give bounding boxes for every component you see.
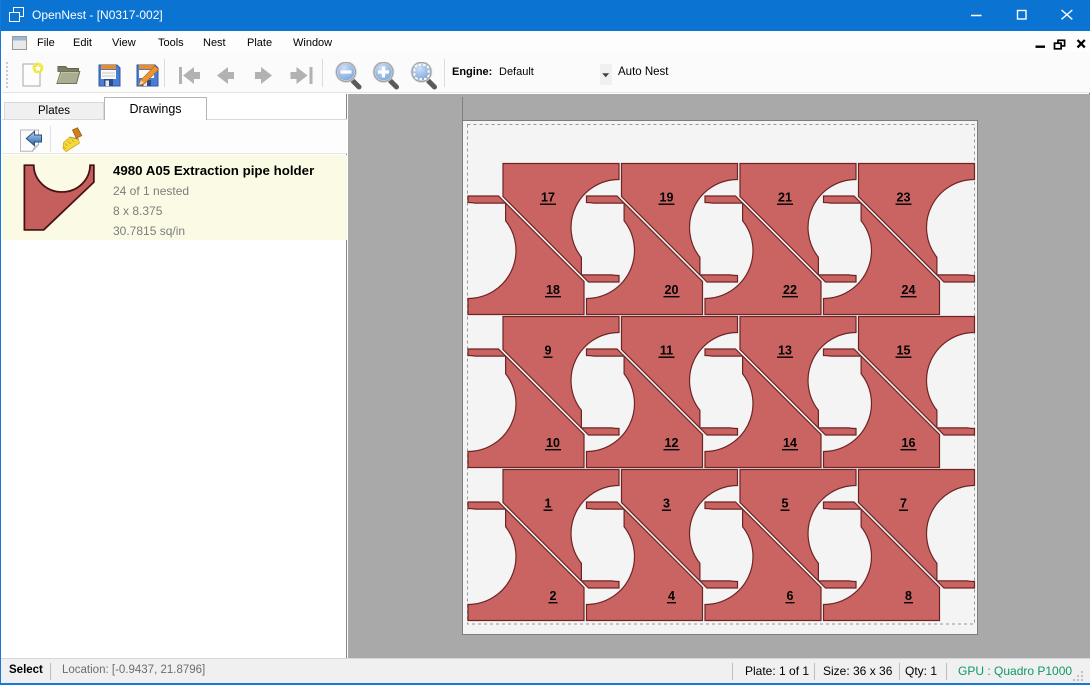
svg-text:3: 3 — [663, 497, 670, 511]
svg-text:11: 11 — [660, 344, 673, 358]
svg-text:9: 9 — [545, 344, 552, 358]
svg-text:17: 17 — [541, 191, 555, 205]
svg-text:5: 5 — [782, 497, 789, 511]
svg-text:20: 20 — [665, 283, 679, 297]
svg-text:22: 22 — [783, 283, 797, 297]
svg-text:7: 7 — [900, 497, 907, 511]
svg-text:2: 2 — [550, 589, 557, 603]
svg-text:1: 1 — [545, 497, 552, 511]
svg-text:21: 21 — [778, 191, 792, 205]
svg-text:15: 15 — [897, 344, 911, 358]
svg-text:6: 6 — [787, 589, 794, 603]
svg-text:16: 16 — [902, 436, 916, 450]
svg-text:13: 13 — [778, 344, 792, 358]
svg-text:23: 23 — [897, 191, 911, 205]
svg-text:10: 10 — [546, 436, 560, 450]
svg-text:12: 12 — [665, 436, 679, 450]
svg-text:24: 24 — [902, 283, 916, 297]
svg-text:8: 8 — [905, 589, 912, 603]
svg-text:4: 4 — [668, 589, 675, 603]
svg-text:19: 19 — [660, 191, 674, 205]
svg-text:14: 14 — [783, 436, 797, 450]
svg-text:18: 18 — [546, 283, 560, 297]
